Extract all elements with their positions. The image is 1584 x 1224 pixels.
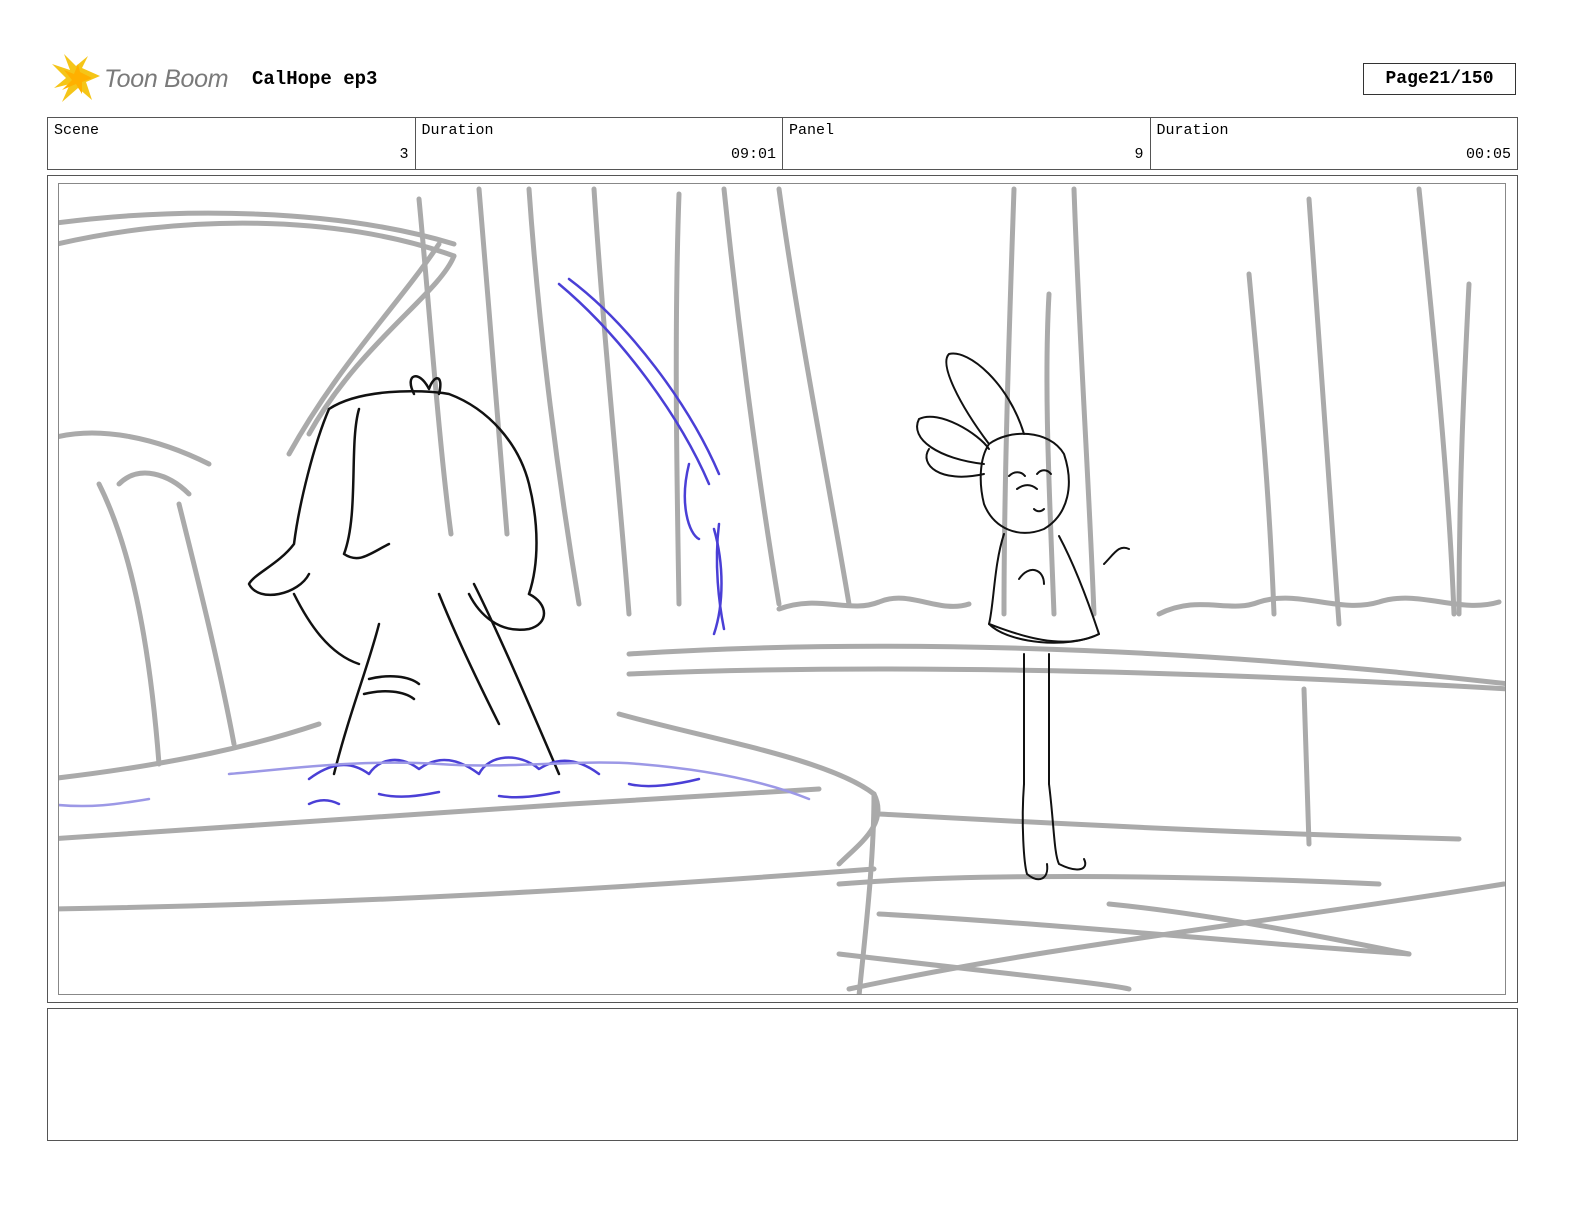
storyboard-panel — [47, 175, 1518, 1003]
panel-label: Panel — [789, 122, 835, 139]
scene-label: Scene — [54, 122, 100, 139]
water-surface-light — [59, 761, 811, 808]
project-title: CalHope ep3 — [252, 68, 378, 90]
page-number: 21/150 — [1428, 69, 1494, 89]
panel-duration-label: Duration — [1156, 122, 1229, 139]
logo-text: Toon Boom — [104, 64, 229, 93]
character-back-view — [247, 375, 561, 776]
panel-duration-value: 00:05 — [1465, 146, 1511, 163]
panel-drawing-area — [58, 183, 1506, 995]
storyboard-sketch — [59, 186, 1505, 994]
background-sketch — [59, 186, 1505, 994]
scene-cell: Scene 3 — [48, 118, 416, 169]
scene-duration-cell: Duration 09:01 — [416, 118, 783, 169]
panel-info-row: Scene 3 Duration 09:01 Panel 9 Duration … — [47, 117, 1518, 170]
panel-value: 9 — [1134, 146, 1144, 163]
panel-cell: Panel 9 — [783, 118, 1151, 169]
page-indicator: Page 21/150 — [1363, 63, 1516, 95]
toon-boom-logo: Toon Boom — [52, 54, 229, 104]
scene-duration-value: 09:01 — [730, 146, 776, 163]
toon-boom-starburst-icon — [52, 54, 100, 102]
scene-duration-label: Duration — [421, 122, 494, 139]
scene-value: 3 — [399, 146, 409, 163]
character-front-view — [916, 352, 1130, 881]
panel-notes-box — [47, 1008, 1518, 1141]
panel-duration-cell: Duration 00:05 — [1151, 118, 1518, 169]
page-label: Page — [1385, 69, 1429, 89]
